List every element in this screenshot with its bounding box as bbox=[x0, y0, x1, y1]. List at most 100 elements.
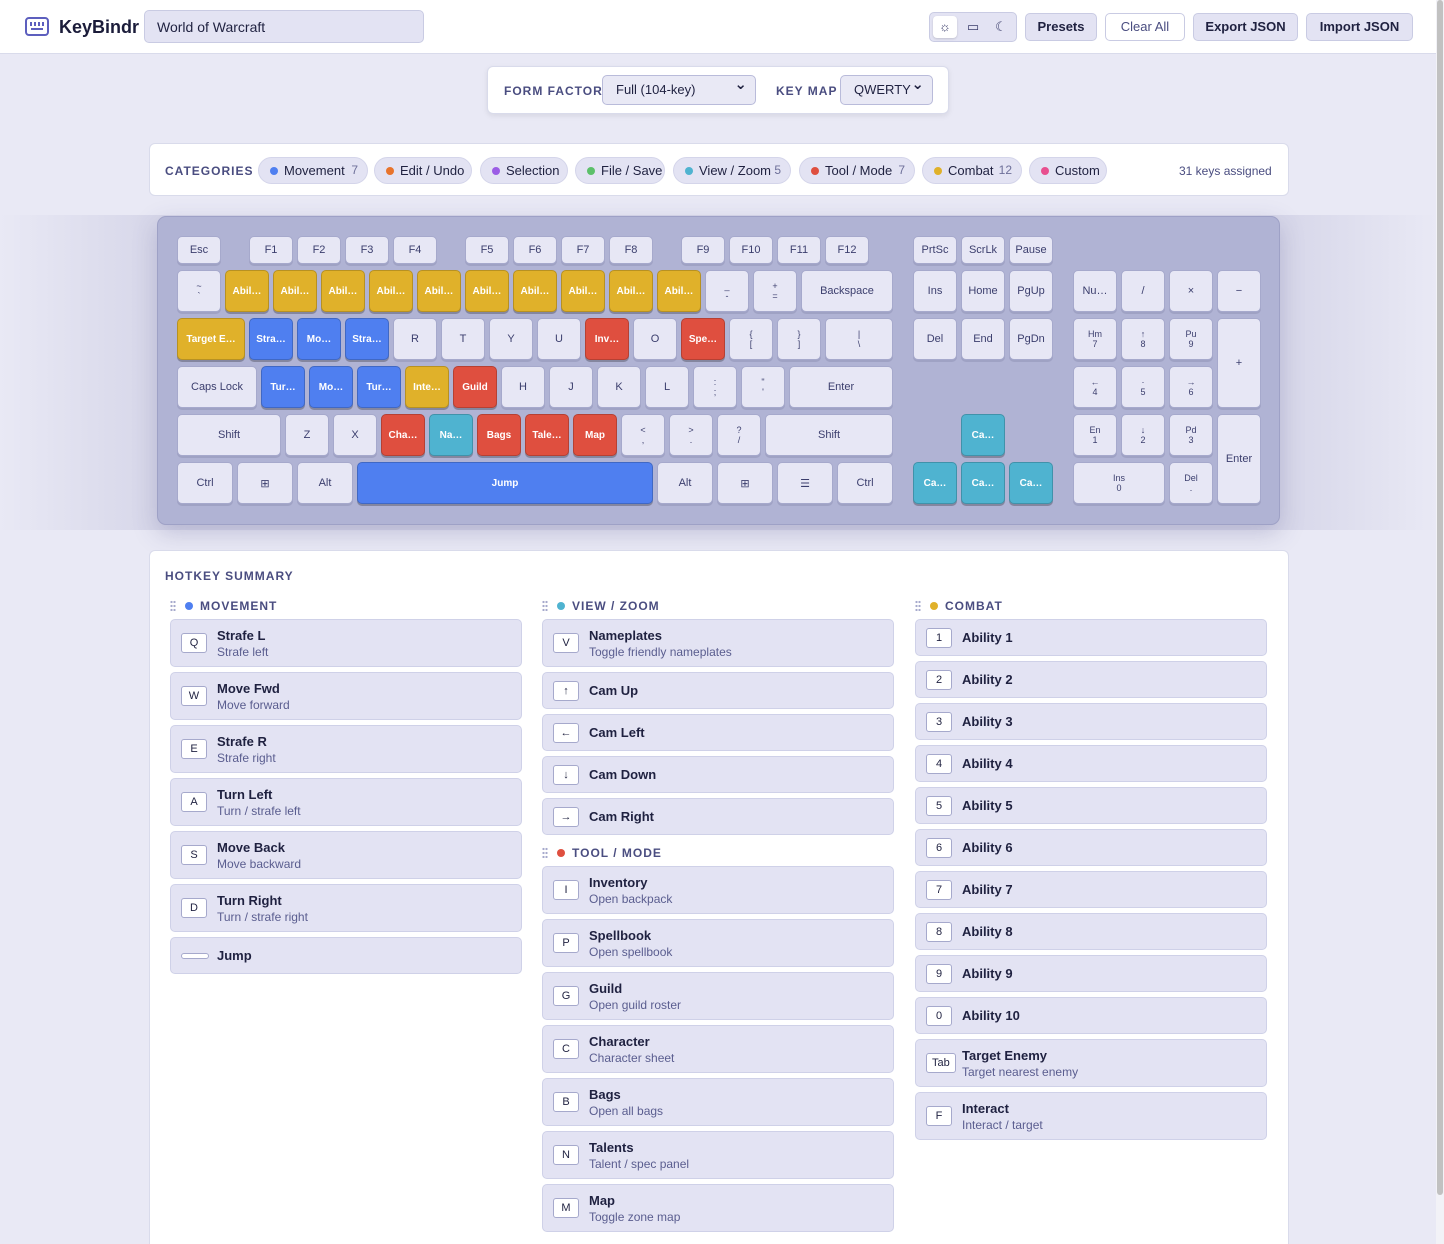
bound-key[interactable]: Inte… bbox=[405, 366, 449, 408]
bound-key[interactable]: Map bbox=[573, 414, 617, 456]
category-chip[interactable]: Custom bbox=[1029, 157, 1107, 184]
keyboard-key[interactable]: Shift bbox=[177, 414, 281, 456]
page-scrollbar[interactable] bbox=[1436, 0, 1444, 1244]
hotkey-item[interactable]: 6 Ability 6 bbox=[915, 829, 1267, 866]
hotkey-item[interactable]: S Move Back Move backward bbox=[170, 831, 522, 879]
export-json-button[interactable]: Export JSON bbox=[1193, 13, 1298, 41]
keyboard-key[interactable]: F3 bbox=[345, 236, 389, 264]
bound-key[interactable]: Ca… bbox=[913, 462, 957, 504]
hotkey-item[interactable]: 4 Ability 4 bbox=[915, 745, 1267, 782]
keyboard-key[interactable]: L bbox=[645, 366, 689, 408]
keyboard-key[interactable]: Nu… bbox=[1073, 270, 1117, 312]
bound-key[interactable]: Ca… bbox=[961, 462, 1005, 504]
keyboard-key[interactable]: < , bbox=[621, 414, 665, 456]
keyboard-key[interactable]: Pd 3 bbox=[1169, 414, 1213, 456]
bound-key[interactable]: Bags bbox=[477, 414, 521, 456]
keyboard-key[interactable]: Del bbox=[913, 318, 957, 360]
bound-key[interactable]: Ca… bbox=[961, 414, 1005, 456]
keyboard-key[interactable]: X bbox=[333, 414, 377, 456]
hotkey-item[interactable]: A Turn Left Turn / strafe left bbox=[170, 778, 522, 826]
keyboard-key[interactable]: End bbox=[961, 318, 1005, 360]
keyboard-key[interactable]: R bbox=[393, 318, 437, 360]
sun-icon[interactable]: ☼ bbox=[933, 16, 957, 38]
clear-all-button[interactable]: Clear All bbox=[1105, 13, 1185, 41]
monitor-icon[interactable]: ▭ bbox=[961, 16, 985, 38]
keyboard-key[interactable]: Hm 7 bbox=[1073, 318, 1117, 360]
keyboard-key[interactable]: F6 bbox=[513, 236, 557, 264]
bound-key[interactable]: Abil… bbox=[225, 270, 269, 312]
hotkey-item[interactable]: V Nameplates Toggle friendly nameplates bbox=[542, 619, 894, 667]
hotkey-item[interactable]: 0 Ability 10 bbox=[915, 997, 1267, 1034]
hotkey-item[interactable]: ↑ Cam Up bbox=[542, 672, 894, 709]
hotkey-item[interactable]: D Turn Right Turn / strafe right bbox=[170, 884, 522, 932]
bound-key[interactable]: Spe… bbox=[681, 318, 725, 360]
keyboard-key[interactable]: → 6 bbox=[1169, 366, 1213, 408]
category-chip[interactable]: View / Zoom 5 bbox=[673, 157, 791, 184]
keyboard-key[interactable]: K bbox=[597, 366, 641, 408]
keyboard-key[interactable]: Enter bbox=[789, 366, 893, 408]
hotkey-item[interactable]: Tab Target Enemy Target nearest enemy bbox=[915, 1039, 1267, 1087]
hotkey-item[interactable]: B Bags Open all bags bbox=[542, 1078, 894, 1126]
keyboard-key[interactable]: ← 4 bbox=[1073, 366, 1117, 408]
keyboard-key[interactable]: ↑ 8 bbox=[1121, 318, 1165, 360]
keyboard-key[interactable]: F8 bbox=[609, 236, 653, 264]
keyboard-key[interactable]: Alt bbox=[297, 462, 353, 504]
keyboard-key[interactable]: F4 bbox=[393, 236, 437, 264]
hotkey-item[interactable]: 7 Ability 7 bbox=[915, 871, 1267, 908]
keyboard-key[interactable]: F12 bbox=[825, 236, 869, 264]
keyboard-key[interactable]: } ] bbox=[777, 318, 821, 360]
bound-key[interactable]: Tur… bbox=[261, 366, 305, 408]
keyboard-key[interactable]: Shift bbox=[765, 414, 893, 456]
hotkey-item[interactable]: 3 Ability 3 bbox=[915, 703, 1267, 740]
category-chip[interactable]: Movement 7 bbox=[258, 157, 368, 184]
keyboard-key[interactable]: " ' bbox=[741, 366, 785, 408]
drag-handle-icon[interactable] bbox=[915, 600, 921, 611]
keyboard-key[interactable]: J bbox=[549, 366, 593, 408]
bound-key[interactable]: Inv… bbox=[585, 318, 629, 360]
bound-key[interactable]: Tale… bbox=[525, 414, 569, 456]
bound-key[interactable]: Abil… bbox=[417, 270, 461, 312]
keyboard-key[interactable]: × bbox=[1169, 270, 1213, 312]
bound-key[interactable]: Jump bbox=[357, 462, 653, 504]
form-factor-select[interactable]: Full (104-key) bbox=[602, 71, 756, 105]
keyboard-key[interactable]: · 5 bbox=[1121, 366, 1165, 408]
keyboard-key[interactable]: + = bbox=[753, 270, 797, 312]
bound-key[interactable]: Stra… bbox=[249, 318, 293, 360]
keyboard-key[interactable]: F10 bbox=[729, 236, 773, 264]
keyboard-key[interactable]: PgUp bbox=[1009, 270, 1053, 312]
drag-handle-icon[interactable] bbox=[542, 600, 548, 611]
keyboard-key[interactable]: ☰ bbox=[777, 462, 833, 504]
keyboard-key[interactable]: F2 bbox=[297, 236, 341, 264]
keyboard-key[interactable]: Ins 0 bbox=[1073, 462, 1165, 504]
bound-key[interactable]: Abil… bbox=[465, 270, 509, 312]
bound-key[interactable]: Mo… bbox=[309, 366, 353, 408]
category-chip[interactable]: Tool / Mode 7 bbox=[799, 157, 915, 184]
keyboard-key[interactable]: Y bbox=[489, 318, 533, 360]
hotkey-item[interactable]: N Talents Talent / spec panel bbox=[542, 1131, 894, 1179]
bound-key[interactable]: Ca… bbox=[1009, 462, 1053, 504]
bound-key[interactable]: Mo… bbox=[297, 318, 341, 360]
category-chip[interactable]: File / Save bbox=[575, 157, 665, 184]
hotkey-item[interactable]: F Interact Interact / target bbox=[915, 1092, 1267, 1140]
keyboard-key[interactable]: O bbox=[633, 318, 677, 360]
keyboard-key[interactable]: F7 bbox=[561, 236, 605, 264]
keyboard-key[interactable]: Pu 9 bbox=[1169, 318, 1213, 360]
keyboard-key[interactable]: ⊞ bbox=[237, 462, 293, 504]
drag-handle-icon[interactable] bbox=[542, 847, 548, 858]
bound-key[interactable]: Abil… bbox=[369, 270, 413, 312]
keyboard-key[interactable]: Backspace bbox=[801, 270, 893, 312]
hotkey-item[interactable]: C Character Character sheet bbox=[542, 1025, 894, 1073]
hotkey-item[interactable]: 8 Ability 8 bbox=[915, 913, 1267, 950]
drag-handle-icon[interactable] bbox=[170, 600, 176, 611]
keyboard-key[interactable]: − bbox=[1217, 270, 1261, 312]
bound-key[interactable]: Abil… bbox=[513, 270, 557, 312]
keyboard-key[interactable]: U bbox=[537, 318, 581, 360]
hotkey-item[interactable]: 9 Ability 9 bbox=[915, 955, 1267, 992]
keyboard-key[interactable]: Esc bbox=[177, 236, 221, 264]
keyboard-key[interactable]: | \ bbox=[825, 318, 893, 360]
keyboard-key[interactable]: Ctrl bbox=[177, 462, 233, 504]
hotkey-item[interactable]: 1 Ability 1 bbox=[915, 619, 1267, 656]
keyboard-key[interactable]: _ - bbox=[705, 270, 749, 312]
category-chip[interactable]: Edit / Undo bbox=[374, 157, 472, 184]
hotkey-item[interactable]: W Move Fwd Move forward bbox=[170, 672, 522, 720]
